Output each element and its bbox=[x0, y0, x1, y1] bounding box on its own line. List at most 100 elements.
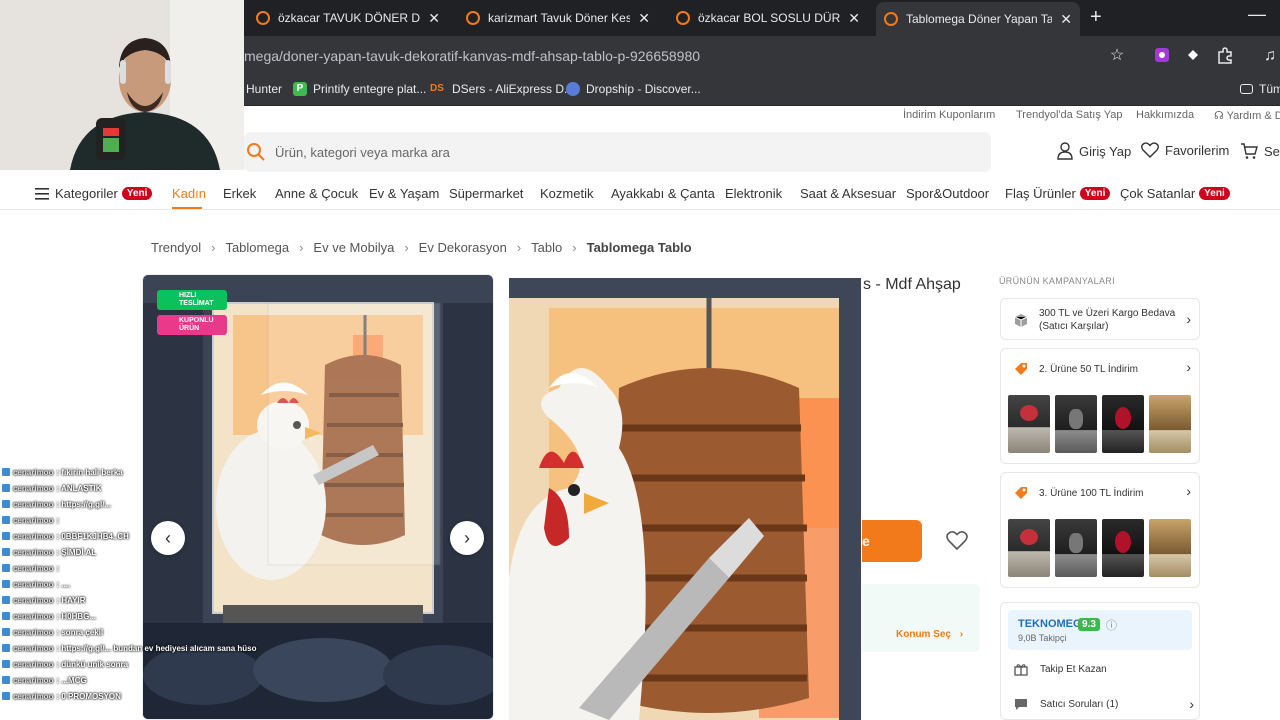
category-anne-cocuk[interactable]: Anne & Çocuk bbox=[275, 186, 358, 201]
dropship-icon bbox=[566, 82, 580, 96]
bookmark-dropship[interactable]: Dropship - Discover... bbox=[566, 82, 701, 96]
breadcrumb-current[interactable]: Tablomega Tablo bbox=[587, 240, 692, 255]
category-saat-aksesuar[interactable]: Saat & Aksesuar bbox=[800, 186, 896, 201]
close-tab-icon[interactable]: ✕ bbox=[1060, 11, 1072, 28]
category-kozmetik[interactable]: Kozmetik bbox=[540, 186, 593, 201]
chat-message: cenarimoo: sonra çekil bbox=[2, 624, 103, 640]
box-icon bbox=[1014, 314, 1028, 327]
user-badge-icon bbox=[2, 468, 10, 476]
campaign-product-thumbnail[interactable] bbox=[1149, 519, 1191, 577]
breadcrumb-separator: › bbox=[299, 240, 304, 255]
info-icon[interactable]: ⓘ bbox=[1106, 617, 1117, 633]
close-tab-icon[interactable]: ✕ bbox=[428, 10, 440, 27]
category-ayakkabi-canta[interactable]: Ayakkabı & Çanta bbox=[611, 186, 715, 201]
bookmark-dsers[interactable]: DS DSers - AliExpress D... bbox=[428, 82, 574, 96]
campaign-product-thumbnail[interactable] bbox=[1055, 519, 1097, 577]
breadcrumb-separator: › bbox=[516, 240, 522, 255]
user-badge-icon bbox=[2, 612, 10, 620]
user-badge-icon bbox=[2, 484, 10, 492]
delivery-panel bbox=[862, 584, 980, 652]
seller-name[interactable]: TEKNOMEG bbox=[1018, 618, 1082, 630]
category-supermarket[interactable]: Süpermarket bbox=[449, 186, 523, 201]
chat-message: cenarimoo: bbox=[2, 512, 59, 528]
breadcrumb-item[interactable]: Ev Dekorasyon bbox=[419, 240, 507, 255]
campaign-product-thumbnail[interactable] bbox=[1008, 395, 1050, 453]
user-badge-icon bbox=[2, 580, 10, 588]
chevron-right-icon: › bbox=[1186, 311, 1191, 327]
new-badge: Yeni bbox=[1079, 187, 1111, 200]
categories-menu-button[interactable]: Kategoriler Yeni bbox=[35, 186, 153, 201]
breadcrumb-item[interactable]: Trendyol bbox=[151, 240, 201, 255]
bookmark-star-icon[interactable]: ☆ bbox=[1107, 46, 1127, 66]
discount-coupons-link[interactable]: İndirim Kuponlarım bbox=[903, 109, 995, 121]
category-nav: Kategoriler Yeni Kadın Erkek Anne & Çocu… bbox=[0, 176, 1280, 210]
chat-message: cenarimoo: 0 PROMOSYON bbox=[2, 688, 121, 704]
extensions-puzzle-icon[interactable] bbox=[1215, 46, 1235, 66]
category-cok-satanlar[interactable]: Çok Satanlar Yeni bbox=[1120, 186, 1230, 201]
chat-bubble-icon bbox=[1015, 699, 1027, 710]
close-tab-icon[interactable]: ✕ bbox=[848, 10, 860, 27]
login-button[interactable]: Giriş Yap bbox=[1057, 142, 1131, 160]
category-spor-outdoor[interactable]: Spor&Outdoor bbox=[906, 186, 989, 201]
seller-score-badge: 9.3 bbox=[1078, 618, 1100, 631]
minimize-window-button[interactable]: — bbox=[1248, 4, 1266, 25]
url-field[interactable]: mega/doner-yapan-tavuk-dekoratif-kanvas-… bbox=[244, 48, 700, 64]
category-ev-yasam[interactable]: Ev & Yaşam bbox=[369, 186, 439, 201]
search-input[interactable] bbox=[275, 140, 875, 164]
close-tab-icon[interactable]: ✕ bbox=[638, 10, 650, 27]
browser-tab[interactable]: karizmart Tavuk Döner Kesen U ✕ bbox=[458, 4, 658, 32]
campaign-product-thumbnail[interactable] bbox=[1102, 395, 1144, 453]
help-link[interactable]: ☊ Yardım & D bbox=[1214, 109, 1280, 122]
browser-tab-active[interactable]: Tablomega Döner Yapan Tavuk ✕ bbox=[876, 2, 1080, 36]
seller-questions-button[interactable]: Satıcı Soruları (1) › bbox=[1014, 696, 1194, 712]
discount-tag-icon bbox=[1015, 363, 1027, 375]
category-kadin[interactable]: Kadın bbox=[172, 186, 206, 201]
hamburger-icon bbox=[35, 187, 49, 200]
breadcrumb-item[interactable]: Tablomega bbox=[225, 240, 289, 255]
bookmark-hunter[interactable]: Hunter bbox=[246, 82, 282, 96]
search-icon[interactable] bbox=[246, 142, 266, 162]
add-to-cart-button[interactable]: e bbox=[862, 520, 922, 562]
chat-message: cenarimoo: https://g.gl/... bbox=[2, 496, 111, 512]
trendyol-favicon-icon bbox=[676, 11, 690, 25]
discount-tag-icon bbox=[1015, 487, 1027, 499]
seller-header[interactable] bbox=[1008, 610, 1192, 650]
about-link[interactable]: Hakkımızda bbox=[1136, 109, 1194, 121]
extension-icon[interactable] bbox=[1152, 46, 1172, 66]
bookmark-all-folder[interactable]: Tüm bbox=[1240, 82, 1280, 96]
campaign-product-thumbnail[interactable] bbox=[1008, 519, 1050, 577]
cart-button[interactable]: Sep bbox=[1240, 142, 1280, 160]
media-control-icon[interactable]: ♫ bbox=[1260, 46, 1280, 66]
breadcrumb-item[interactable]: Tablo bbox=[531, 240, 562, 255]
favorites-button[interactable]: Favorilerim bbox=[1141, 142, 1229, 158]
extension-diamond-icon[interactable] bbox=[1183, 46, 1203, 66]
zoomed-product-image bbox=[509, 278, 861, 720]
browser-tab[interactable]: özkacar BOL SOSLU DÜRÜMLE ✕ bbox=[668, 4, 868, 32]
campaigns-title: ÜRÜNÜN KAMPANYALARI bbox=[999, 276, 1115, 286]
chat-message: cenarimoo: HAYIR bbox=[2, 592, 86, 608]
browser-tab[interactable]: özkacar TAVUK DÖNER DÜRÜM ✕ bbox=[248, 4, 448, 32]
user-badge-icon bbox=[2, 564, 10, 572]
breadcrumb-separator: › bbox=[572, 240, 577, 255]
category-erkek[interactable]: Erkek bbox=[223, 186, 256, 201]
campaign-product-thumbnail[interactable] bbox=[1055, 395, 1097, 453]
trendyol-favicon-icon bbox=[466, 11, 480, 25]
select-location-button[interactable]: Konum Seç › bbox=[896, 629, 963, 640]
category-flas-urunler[interactable]: Flaş Ürünler Yeni bbox=[1005, 186, 1111, 201]
sell-on-trendyol-link[interactable]: Trendyol'da Satış Yap bbox=[1016, 109, 1122, 121]
gallery-next-button[interactable]: › bbox=[450, 521, 484, 555]
bookmark-printify[interactable]: P Printify entegre plat... bbox=[293, 82, 426, 96]
gift-icon bbox=[1014, 664, 1028, 676]
breadcrumb-separator: › bbox=[404, 240, 409, 255]
campaign-product-thumbnail[interactable] bbox=[1102, 519, 1144, 577]
trendyol-favicon-icon bbox=[884, 12, 898, 26]
follow-earn-button[interactable]: Takip Et Kazan bbox=[1014, 662, 1107, 676]
campaign-free-shipping[interactable]: 300 TL ve Üzeri Kargo Bedava (Satıcı Kar… bbox=[1000, 298, 1200, 340]
cart-icon bbox=[1241, 143, 1258, 159]
campaign-product-thumbnail[interactable] bbox=[1149, 395, 1191, 453]
breadcrumb-item[interactable]: Ev ve Mobilya bbox=[313, 240, 394, 255]
category-elektronik[interactable]: Elektronik bbox=[725, 186, 782, 201]
chat-message: cenarimoo: ANLAŞTIK bbox=[2, 480, 102, 496]
new-tab-button[interactable]: + bbox=[1090, 6, 1102, 29]
favorite-button[interactable] bbox=[938, 520, 976, 560]
